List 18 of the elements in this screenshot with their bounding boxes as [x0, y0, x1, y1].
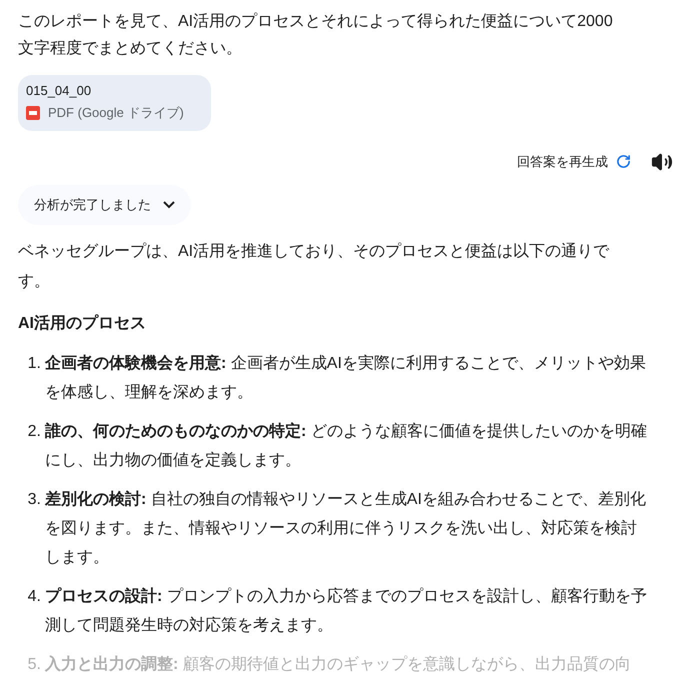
analysis-chip[interactable]: 分析が完了しました: [18, 184, 191, 224]
step-text: 企画者の体験機会を用意: 企画者が生成AIを実際に利用することで、メリットや効果を体感し、理解を深めます。: [45, 353, 647, 402]
attachment-card[interactable]: 015_04_00 PDF (Google ドライブ): [18, 75, 211, 130]
step-text: 誰の、何のためのものなのかの特定: どのような顧客に価値を提供したいのかを明確にし、出力物の価値を定義します。: [45, 421, 648, 470]
section-heading: AI活用のプロセス: [18, 313, 147, 334]
regenerate-button[interactable]: 回答案を再生成: [517, 152, 631, 172]
list-number: 1.: [26, 354, 42, 374]
list-number: 5.: [26, 654, 42, 674]
list-number: 3.: [26, 490, 42, 510]
file-name: 015_04_00: [26, 82, 92, 100]
prompt-text: このレポートを見て、AI活用のプロセスとそれによって得られた便益について2000文字程度でまとめてください。: [18, 12, 614, 59]
intro-text: ベネッセグループは、AI活用を推進しており、そのプロセスと便益は以下の通りです。: [18, 242, 610, 292]
step-text: 差別化の検討: 自社の独自の情報やリソースと生成AIを組み合わせることで、差別化を図ります。また、情報やリソースの利用に伴うリスクを洗い出し、対応策を検討します。: [45, 490, 647, 568]
step-text: 入力と出力の調整: 顧客の期待値と出力のギャップを意識しながら、出力品質の向: [45, 654, 632, 674]
file-type: PDF (Google ドライブ): [48, 104, 184, 122]
step-text: プロセスの設計: プロンプトの入力から応答までのプロセスを設計し、顧客行動を予測して問題発生時の対応策を考えます。: [45, 586, 648, 636]
list-number: 2.: [26, 422, 42, 442]
list-number: 4.: [26, 586, 42, 606]
